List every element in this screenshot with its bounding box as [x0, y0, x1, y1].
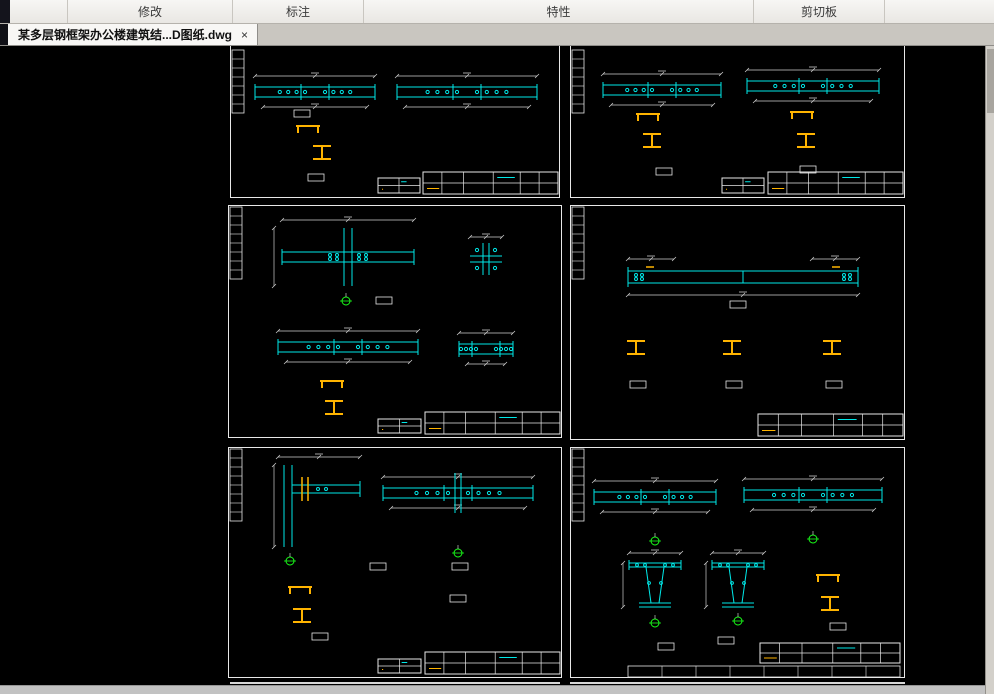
ribbon-section-left — [10, 0, 67, 23]
ribbon-panel-clipboard[interactable]: 剪切板 — [753, 0, 884, 23]
ribbon-panel-clipboard-label: 剪切板 — [800, 5, 837, 19]
scrollbar-thumb[interactable] — [987, 49, 994, 113]
status-strip — [0, 685, 985, 694]
vertical-scrollbar[interactable] — [985, 46, 994, 694]
drawing-sheet — [228, 205, 562, 438]
drawing-sheet — [570, 46, 905, 198]
ribbon-panel-properties[interactable]: 特性 — [363, 0, 753, 23]
ribbon-panel-properties-label: 特性 — [546, 5, 571, 19]
sheet-drawing — [228, 205, 562, 438]
drawing-sheet — [230, 46, 560, 198]
sheet-drawing — [228, 447, 562, 678]
file-tab-bar: 某多层钢框架办公楼建筑结...D图纸.dwg × — [0, 24, 994, 46]
drawing-sheet — [228, 447, 562, 678]
app-menu-corner[interactable] — [0, 0, 10, 23]
sheet-drawing — [230, 46, 560, 198]
sheet-drawing — [570, 46, 905, 198]
partial-sheet-top — [230, 682, 560, 684]
tab-bar-left-edge — [0, 24, 8, 45]
sheet-drawing — [570, 205, 905, 440]
file-tab-title: 某多层钢框架办公楼建筑结...D图纸.dwg — [18, 28, 232, 42]
partial-sheet-top — [570, 682, 905, 684]
close-icon[interactable]: × — [241, 29, 248, 41]
sheet-drawing — [570, 447, 905, 678]
ribbon-bar: 修改 标注 特性 剪切板 — [0, 0, 994, 24]
drawing-sheet — [570, 447, 905, 678]
ribbon-section-right — [884, 0, 994, 23]
ribbon-panel-modify[interactable]: 修改 — [67, 0, 232, 23]
ribbon-panel-annotate[interactable]: 标注 — [232, 0, 363, 23]
ribbon-panel-modify-label: 修改 — [137, 5, 162, 19]
drawing-canvas[interactable] — [0, 46, 985, 694]
file-tab[interactable]: 某多层钢框架办公楼建筑结...D图纸.dwg × — [8, 24, 259, 45]
ribbon-panel-annotate-label: 标注 — [285, 5, 310, 19]
drawing-sheet — [570, 205, 905, 440]
